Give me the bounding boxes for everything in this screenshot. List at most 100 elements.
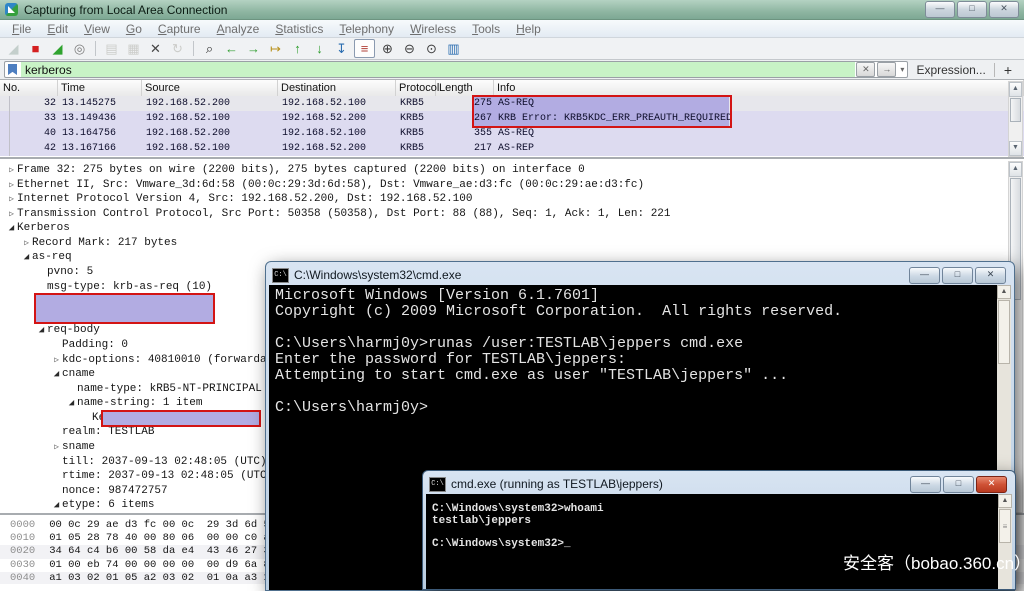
tree-expanded-icon[interactable]: ◢ [6, 221, 17, 236]
tree-item[interactable]: ▷Internet Protocol Version 4, Src: 192.1… [0, 192, 1024, 207]
tree-spacer [81, 412, 92, 427]
expression-button[interactable]: Expression... [908, 63, 993, 77]
packet-row-42[interactable]: 4213.167166192.168.52.100192.168.52.200K… [0, 141, 1024, 156]
menu-analyze[interactable]: Analyze [209, 22, 268, 36]
cmd2-scrollbar[interactable]: ▲ ≡ [998, 494, 1012, 589]
scrollbar-thumb[interactable] [1010, 98, 1021, 122]
tree-spacer [66, 383, 77, 398]
scroll-down-icon[interactable]: ▼ [1009, 141, 1022, 156]
go-down-icon[interactable]: ↓ [310, 40, 329, 57]
find-packet-icon[interactable]: ⌕ [200, 40, 219, 57]
tree-collapsed-icon[interactable]: ▷ [6, 193, 17, 208]
menu-view[interactable]: View [76, 22, 118, 36]
cmd2-console[interactable]: ▲ ≡ C:\Windows\system32>whoamitestlab\je… [426, 494, 1012, 589]
menu-capture[interactable]: Capture [150, 22, 209, 36]
scrollbar-thumb[interactable]: ≡ [999, 509, 1011, 543]
column-header-no[interactable]: No. [0, 80, 58, 96]
tree-item-label: Padding: 0 [62, 339, 128, 351]
menu-tools[interactable]: Tools [464, 22, 508, 36]
maximize-button[interactable]: □ [942, 267, 973, 284]
filter-bookmark-icon[interactable] [8, 64, 17, 75]
display-filter-input[interactable] [21, 62, 855, 77]
start-capture-icon[interactable]: ◢ [4, 40, 23, 57]
go-forward-icon[interactable]: → [244, 40, 263, 57]
resize-columns-icon[interactable]: ▥ [444, 40, 463, 57]
close-capture-icon[interactable]: ✕ [146, 40, 165, 57]
capture-options-icon[interactable]: ◎ [70, 40, 89, 57]
scroll-up-icon[interactable]: ▲ [1009, 82, 1022, 97]
menu-edit[interactable]: Edit [39, 22, 76, 36]
close-button[interactable]: ✕ [976, 476, 1007, 493]
cell-proto: KRB5 [400, 126, 438, 141]
save-file-icon[interactable]: ▦ [124, 40, 143, 57]
close-button[interactable]: ✕ [989, 1, 1019, 18]
menu-help[interactable]: Help [508, 22, 549, 36]
maximize-button[interactable]: □ [943, 476, 974, 493]
hex-bytes[interactable]: a1 03 02 01 05 a2 03 02 01 0a a3 15 [49, 572, 276, 584]
tree-item[interactable]: ▷Frame 32: 275 bytes on wire (2200 bits)… [0, 163, 1024, 178]
filter-clear-icon[interactable]: ✕ [856, 62, 875, 77]
tree-expanded-icon[interactable]: ◢ [36, 323, 47, 338]
hex-bytes[interactable]: 01 00 eb 74 00 00 00 00 00 d9 6a 81 [49, 559, 276, 571]
reload-icon[interactable]: ↻ [168, 40, 187, 57]
column-header-length[interactable]: Length [436, 80, 494, 96]
go-back-icon[interactable]: ← [222, 40, 241, 57]
tree-collapsed-icon[interactable]: ▷ [6, 179, 17, 194]
cmd2-titlebar[interactable]: C:\ cmd.exe (running as TESTLAB\jeppers)… [426, 474, 1012, 494]
menu-statistics[interactable]: Statistics [267, 22, 331, 36]
tree-collapsed-icon[interactable]: ▷ [21, 237, 32, 252]
go-up-icon[interactable]: ↑ [288, 40, 307, 57]
go-to-packet-icon[interactable]: ↦ [266, 40, 285, 57]
go-bottom-icon[interactable]: ↧ [332, 40, 351, 57]
restart-capture-icon[interactable]: ◢ [48, 40, 67, 57]
restore-button[interactable]: □ [957, 1, 987, 18]
column-header-info[interactable]: Info [494, 80, 1024, 96]
scroll-up-icon[interactable]: ▲ [997, 285, 1011, 299]
menu-wireless[interactable]: Wireless [402, 22, 464, 36]
tree-expanded-icon[interactable]: ◢ [51, 367, 62, 382]
menu-file[interactable]: File [4, 22, 39, 36]
tree-expanded-icon[interactable]: ◢ [21, 250, 32, 265]
zoom-out-icon[interactable]: ⊖ [400, 40, 419, 57]
column-header-protocol[interactable]: Protocol [396, 80, 436, 96]
packet-row-40[interactable]: 4013.164756192.168.52.200192.168.52.100K… [0, 126, 1024, 141]
tree-collapsed-icon[interactable]: ▷ [6, 208, 17, 223]
tree-expanded-icon[interactable]: ◢ [66, 396, 77, 411]
minimize-button[interactable]: — [910, 476, 941, 493]
display-filter-field[interactable]: ✕ → ▾ [4, 61, 908, 78]
wireshark-titlebar[interactable]: Capturing from Local Area Connection — □… [0, 0, 1024, 20]
autoscroll-toggle-icon[interactable]: ≡ [354, 39, 375, 58]
minimize-button[interactable]: — [925, 1, 955, 18]
tree-item[interactable]: ▷Record Mark: 217 bytes [0, 236, 1024, 251]
tree-collapsed-icon[interactable]: ▷ [51, 354, 62, 369]
stop-capture-icon[interactable]: ■ [26, 40, 45, 57]
zoom-in-icon[interactable]: ⊕ [378, 40, 397, 57]
pane-splitter-top[interactable] [0, 157, 1024, 159]
tree-expanded-icon[interactable]: ◢ [51, 498, 62, 513]
menu-telephony[interactable]: Telephony [331, 22, 402, 36]
filter-history-caret-icon[interactable]: ▾ [897, 65, 907, 74]
menu-go[interactable]: Go [118, 22, 150, 36]
hex-bytes[interactable]: 01 05 28 78 40 00 80 06 00 00 c0 a8 [49, 532, 276, 544]
open-file-icon[interactable]: ▤ [102, 40, 121, 57]
scroll-up-icon[interactable]: ▲ [998, 494, 1012, 508]
column-header-destination[interactable]: Destination [278, 80, 396, 96]
hex-bytes[interactable]: 34 64 c4 b6 00 58 da e4 43 46 27 37 [49, 545, 276, 557]
cmd1-titlebar[interactable]: C:\ C:\Windows\system32\cmd.exe — □ ✕ [269, 265, 1011, 285]
add-filter-button[interactable]: + [995, 62, 1020, 78]
column-header-source[interactable]: Source [142, 80, 278, 96]
close-button[interactable]: ✕ [975, 267, 1006, 284]
filter-apply-icon[interactable]: → [877, 62, 896, 77]
tree-item[interactable]: ▷Ethernet II, Src: Vmware_3d:6d:58 (00:0… [0, 178, 1024, 193]
zoom-original-icon[interactable]: ⊙ [422, 40, 441, 57]
tree-collapsed-icon[interactable]: ▷ [51, 441, 62, 456]
tree-item[interactable]: ▷Transmission Control Protocol, Src Port… [0, 207, 1024, 222]
minimize-button[interactable]: — [909, 267, 940, 284]
tree-collapsed-icon[interactable]: ▷ [6, 164, 17, 179]
hex-bytes[interactable]: 00 0c 29 ae d3 fc 00 0c 29 3d 6d 58 [49, 519, 276, 531]
scrollbar-thumb[interactable] [998, 300, 1010, 364]
packet-list-scrollbar[interactable]: ▲ ▼ [1008, 81, 1023, 157]
tree-item[interactable]: ◢Kerberos [0, 221, 1024, 236]
scroll-up-icon[interactable]: ▲ [1009, 162, 1022, 177]
column-header-time[interactable]: Time [58, 80, 142, 96]
